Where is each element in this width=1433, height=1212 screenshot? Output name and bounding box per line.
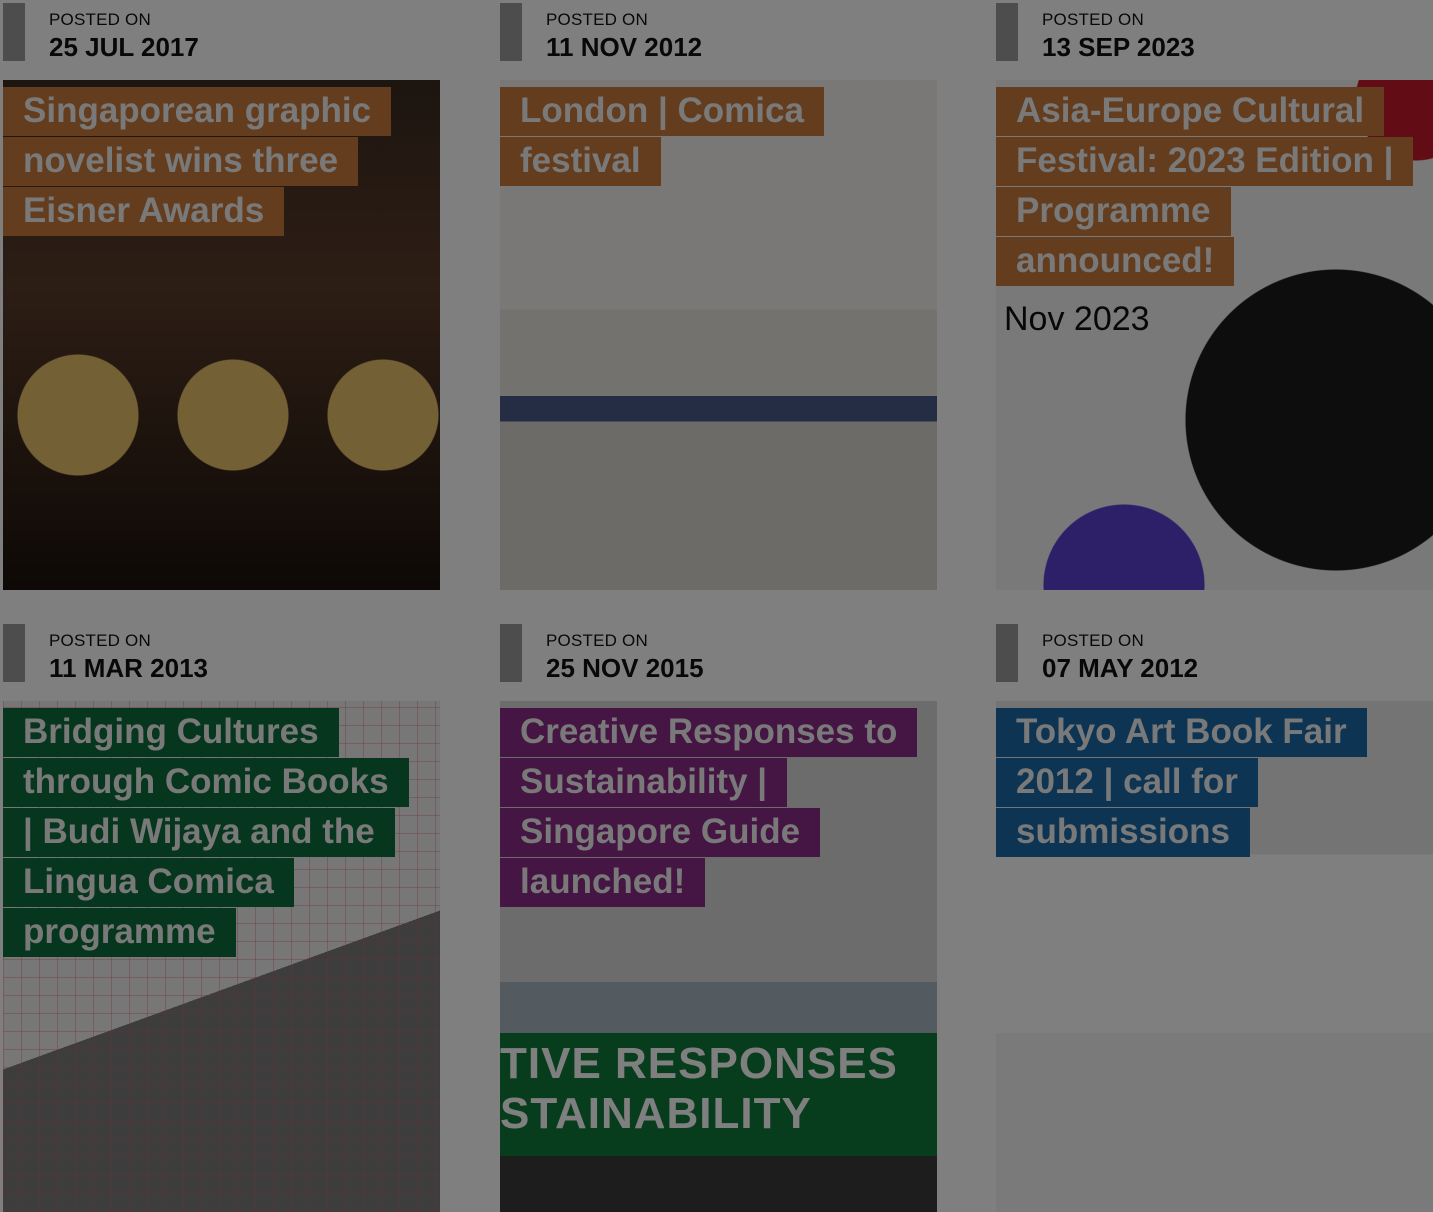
post-meta: POSTED ON 11 MAR 2013 — [3, 621, 440, 701]
post-meta: POSTED ON 25 JUL 2017 — [3, 0, 440, 80]
post-title-text[interactable]: Creative Responses to Sustainability | S… — [500, 708, 918, 907]
posted-on-label: POSTED ON — [49, 631, 151, 650]
image-banner: TIVE RESPONSES STAINABILITY — [500, 1039, 937, 1157]
post-thumbnail-link[interactable]: London | Comica festival — [500, 80, 937, 590]
post-title[interactable]: Creative Responses to Sustainability | S… — [500, 707, 918, 907]
banner-line-2: STAINABILITY — [500, 1089, 812, 1138]
post-title[interactable]: Singaporean graphic novelist wins three … — [3, 86, 403, 236]
meta-bar — [3, 3, 25, 61]
posts-grid: POSTED ON 25 JUL 2017 Singaporean graphi… — [0, 0, 1433, 1212]
post-thumbnail-link[interactable]: Bridging Cultures through Comic Books | … — [3, 701, 440, 1212]
meta-bar — [996, 624, 1018, 682]
post-date: 13 SEP 2023 — [1042, 32, 1195, 62]
post-title[interactable]: Bridging Cultures through Comic Books | … — [3, 707, 409, 957]
posted-on-label: POSTED ON — [546, 10, 648, 29]
post-thumbnail-link[interactable]: Tokyo Art Book Fair 2012 | call for subm… — [996, 701, 1433, 1212]
post-title[interactable]: Asia-Europe Cultural Festival: 2023 Edit… — [996, 86, 1414, 286]
post-date: 25 NOV 2015 — [546, 653, 704, 683]
post-title-text[interactable]: Bridging Cultures through Comic Books | … — [3, 708, 409, 957]
posted-on-label: POSTED ON — [546, 631, 648, 650]
post-title-text[interactable]: London | Comica festival — [500, 87, 824, 186]
post-card[interactable]: POSTED ON 11 MAR 2013 Bridging Cultures … — [3, 621, 440, 1212]
post-card[interactable]: POSTED ON 11 NOV 2012 London | Comica fe… — [500, 0, 937, 590]
post-thumbnail-link[interactable]: Nov 2023 Asia-Europe Cultural Festival: … — [996, 80, 1433, 590]
post-card[interactable]: POSTED ON 07 MAY 2012 Tokyo Art Book Fai… — [996, 621, 1433, 1212]
post-title-text[interactable]: Tokyo Art Book Fair 2012 | call for subm… — [996, 708, 1367, 857]
posted-on-label: POSTED ON — [49, 10, 151, 29]
post-thumbnail-link[interactable]: TIVE RESPONSES STAINABILITY Creative Res… — [500, 701, 937, 1212]
post-card[interactable]: POSTED ON 25 JUL 2017 Singaporean graphi… — [3, 0, 440, 590]
post-card[interactable]: POSTED ON 25 NOV 2015 TIVE RESPONSES STA… — [500, 621, 937, 1212]
meta-bar — [500, 624, 522, 682]
post-title-text[interactable]: Asia-Europe Cultural Festival: 2023 Edit… — [996, 87, 1414, 286]
post-date: 11 NOV 2012 — [546, 32, 703, 62]
post-date: 07 MAY 2012 — [1042, 653, 1199, 683]
post-title-text[interactable]: Singaporean graphic novelist wins three … — [3, 87, 392, 236]
post-meta: POSTED ON 11 NOV 2012 — [500, 0, 937, 80]
post-date: 11 MAR 2013 — [49, 653, 208, 683]
post-date: 25 JUL 2017 — [49, 32, 199, 62]
meta-bar — [500, 3, 522, 61]
post-title[interactable]: Tokyo Art Book Fair 2012 | call for subm… — [996, 707, 1396, 857]
post-title[interactable]: London | Comica festival — [500, 86, 900, 186]
image-caption: Nov 2023 — [1004, 300, 1150, 338]
post-meta: POSTED ON 07 MAY 2012 — [996, 621, 1433, 701]
post-meta: POSTED ON 13 SEP 2023 — [996, 0, 1433, 80]
post-meta: POSTED ON 25 NOV 2015 — [500, 621, 937, 701]
post-thumbnail-link[interactable]: Singaporean graphic novelist wins three … — [3, 80, 440, 590]
post-card[interactable]: POSTED ON 13 SEP 2023 Nov 2023 Asia-Euro… — [996, 0, 1433, 590]
banner-line-1: TIVE RESPONSES — [500, 1039, 898, 1088]
posted-on-label: POSTED ON — [1042, 10, 1144, 29]
meta-bar — [996, 3, 1018, 61]
meta-bar — [3, 624, 25, 682]
posted-on-label: POSTED ON — [1042, 631, 1144, 650]
